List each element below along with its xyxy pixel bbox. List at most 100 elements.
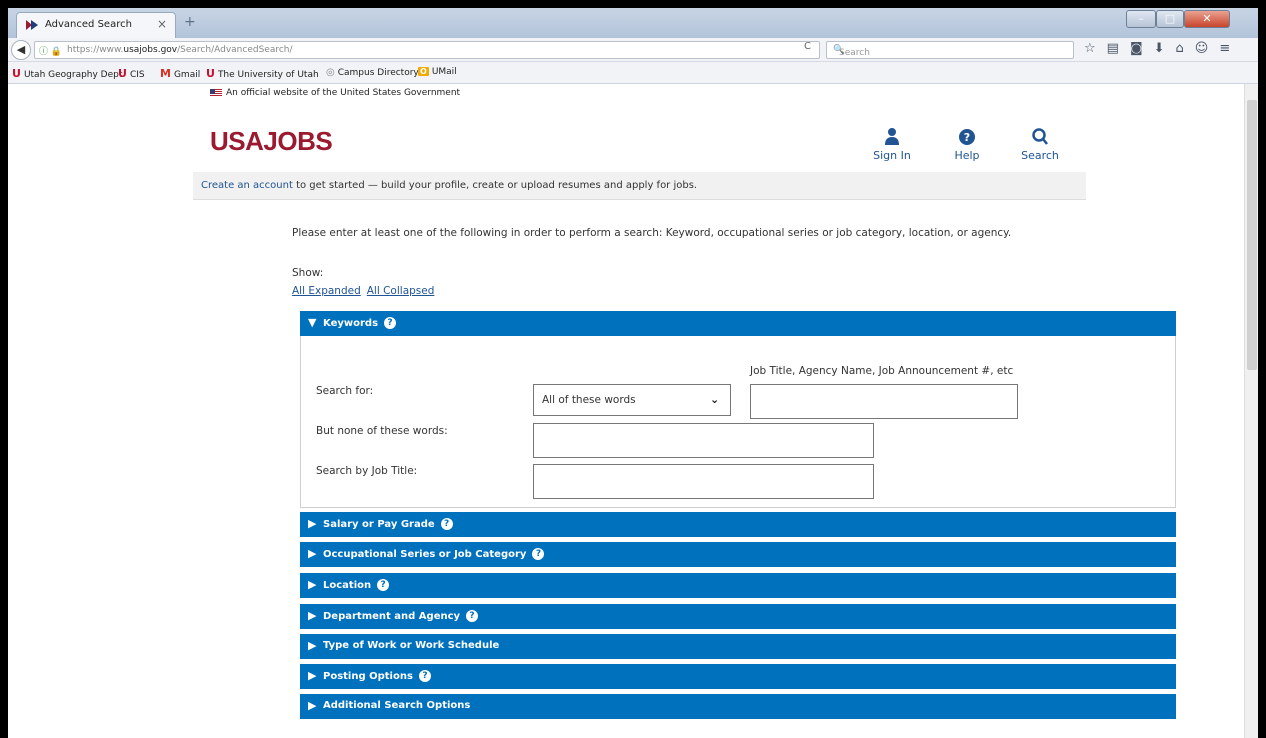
page-viewport: An official website of the United States… — [8, 84, 1240, 738]
sign-in-link[interactable]: Sign In — [867, 127, 917, 162]
minimize-icon: – — [1138, 12, 1144, 25]
globe-icon: ◎ — [326, 67, 335, 78]
new-tab-icon[interactable]: + — [184, 14, 196, 30]
help-icon[interactable]: ? — [384, 317, 397, 329]
scrollbar-thumb[interactable] — [1247, 100, 1257, 370]
keywords-input[interactable] — [750, 384, 1018, 419]
sync-icon[interactable]: ☺ — [1195, 41, 1220, 56]
triangle-down-icon: ▼ — [308, 316, 317, 329]
bookmark-gmail[interactable]: M Gmail — [160, 67, 200, 80]
browser-window: Advanced Search × + – □ ✕ ◀ ⓘ 🔒 https://… — [8, 8, 1258, 738]
maximize-button[interactable]: □ — [1156, 10, 1184, 28]
us-flag-icon — [210, 88, 222, 97]
triangle-right-icon: ▶ — [308, 578, 317, 591]
maximize-icon: □ — [1164, 12, 1176, 25]
browser-search-input[interactable]: 🔍 Search — [826, 41, 1074, 59]
help-label: Help — [954, 149, 980, 162]
search-label: Search — [1021, 149, 1059, 162]
vertical-scrollbar[interactable] — [1244, 84, 1258, 738]
work-type-section-header[interactable]: ▶ Type of Work or Work Schedule — [300, 634, 1176, 659]
usajobs-logo[interactable]: USAJOBS — [210, 126, 333, 157]
bookmark-utah-geography[interactable]: U Utah Geography Dept — [12, 67, 122, 80]
additional-options-section-header[interactable]: ▶ Additional Search Options — [300, 694, 1176, 719]
occupational-series-section-header[interactable]: ▶ Occupational Series or Job Category? — [300, 542, 1176, 567]
section-title: Department and Agency — [323, 611, 461, 622]
university-of-utah-icon: U — [12, 67, 21, 80]
create-account-bar: Create an account to get started — build… — [193, 172, 1086, 200]
create-account-link[interactable]: Create an account — [201, 180, 293, 191]
gmail-icon: M — [160, 67, 171, 80]
excluded-words-input[interactable] — [533, 423, 874, 458]
match-mode-select[interactable]: All of these words ⌄ — [533, 384, 731, 416]
job-title-label: Search by Job Title: — [316, 465, 418, 477]
person-icon — [885, 128, 899, 145]
search-icon — [1032, 128, 1048, 145]
close-window-button[interactable]: ✕ — [1184, 10, 1230, 28]
job-title-input[interactable] — [533, 464, 874, 499]
help-icon[interactable]: ? — [440, 518, 453, 530]
bookmarks-bar: U Utah Geography Dept U CIS M Gmail U The Un… — [8, 62, 1258, 84]
posting-options-section-header[interactable]: ▶ Posting Options? — [300, 664, 1176, 689]
chevron-down-icon: ⌄ — [710, 393, 720, 406]
browser-search-placeholder: 🔍 Search — [833, 45, 870, 58]
help-link[interactable]: ? Help — [942, 127, 992, 162]
pocket-icon[interactable]: ◙ — [1130, 41, 1154, 56]
lock-icon: ⓘ 🔒 — [39, 47, 63, 57]
help-icon[interactable]: ? — [377, 579, 390, 591]
search-link[interactable]: Search — [1015, 127, 1065, 162]
university-of-utah-icon: U — [118, 67, 127, 80]
bookmark-cis[interactable]: U CIS — [118, 67, 145, 80]
section-title: Occupational Series or Job Category — [323, 549, 527, 560]
search-for-label: Search for: — [316, 385, 374, 397]
bookmark-umail[interactable]: O UMail — [418, 67, 457, 77]
help-icon[interactable]: ? — [532, 548, 545, 560]
create-account-text: to get started — build your profile, cre… — [292, 180, 698, 191]
gov-banner: An official website of the United States… — [210, 88, 460, 98]
section-title: Additional Search Options — [323, 700, 471, 711]
svg-text:?: ? — [964, 131, 970, 144]
keywords-panel: Job Title, Agency Name, Job Announcement… — [300, 336, 1176, 508]
reading-list-icon[interactable]: ▤ — [1107, 41, 1130, 56]
usajobs-favicon-icon — [26, 20, 38, 30]
section-title: Salary or Pay Grade — [323, 519, 435, 530]
triangle-right-icon: ▶ — [308, 639, 317, 652]
home-icon[interactable]: ⌂ — [1175, 41, 1194, 56]
match-mode-value: All of these words — [542, 394, 636, 406]
none-of-label: But none of these words: — [316, 425, 448, 437]
location-section-header[interactable]: ▶ Location? — [300, 573, 1176, 598]
nav-bar: ◀ ⓘ 🔒 https://www.usajobs.gov/Search/Adv… — [8, 38, 1258, 62]
title-bar: Advanced Search × + – □ ✕ — [8, 8, 1258, 38]
triangle-right-icon: ▶ — [308, 517, 317, 530]
section-title: Type of Work or Work Schedule — [323, 640, 500, 651]
close-icon: ✕ — [1202, 12, 1212, 25]
help-icon[interactable]: ? — [418, 670, 431, 682]
menu-icon[interactable]: ≡ — [1219, 41, 1241, 56]
university-of-utah-icon: U — [206, 67, 215, 80]
help-icon[interactable]: ? — [466, 610, 479, 622]
toolbar-icons: ☆▤◙⬇⌂☺≡ — [1084, 41, 1241, 56]
reload-icon[interactable]: C — [804, 41, 811, 52]
department-agency-section-header[interactable]: ▶ Department and Agency? — [300, 604, 1176, 629]
search-instructions: Please enter at least one of the followi… — [292, 227, 1012, 239]
download-icon[interactable]: ⬇ — [1154, 41, 1176, 56]
salary-section-header[interactable]: ▶ Salary or Pay Grade? — [300, 512, 1176, 537]
triangle-right-icon: ▶ — [308, 547, 317, 560]
all-expanded-link[interactable]: All Expanded — [292, 285, 361, 297]
bookmark-campus-directory[interactable]: ◎ Campus Directory — [326, 67, 419, 78]
keywords-section-header[interactable]: ▼ Keywords? — [300, 311, 1176, 336]
tab-title: Advanced Search — [45, 19, 132, 30]
tab-close-icon[interactable]: × — [157, 17, 167, 31]
triangle-right-icon: ▶ — [308, 669, 317, 682]
bookmark-star-icon[interactable]: ☆ — [1084, 41, 1107, 56]
triangle-right-icon: ▶ — [308, 609, 317, 622]
url-bar[interactable]: ⓘ 🔒 https://www.usajobs.gov/Search/Advan… — [34, 41, 820, 59]
keywords-hint: Job Title, Agency Name, Job Announcement… — [750, 365, 1014, 377]
outlook-icon: O — [418, 67, 429, 76]
bookmark-university-of-utah[interactable]: U The University of Utah — [206, 67, 319, 80]
back-button[interactable]: ◀ — [11, 40, 31, 60]
triangle-right-icon: ▶ — [308, 699, 317, 712]
browser-tab[interactable]: Advanced Search × — [16, 12, 176, 38]
all-collapsed-link[interactable]: All Collapsed — [367, 285, 435, 297]
sign-in-label: Sign In — [873, 149, 911, 162]
minimize-button[interactable]: – — [1126, 10, 1156, 28]
